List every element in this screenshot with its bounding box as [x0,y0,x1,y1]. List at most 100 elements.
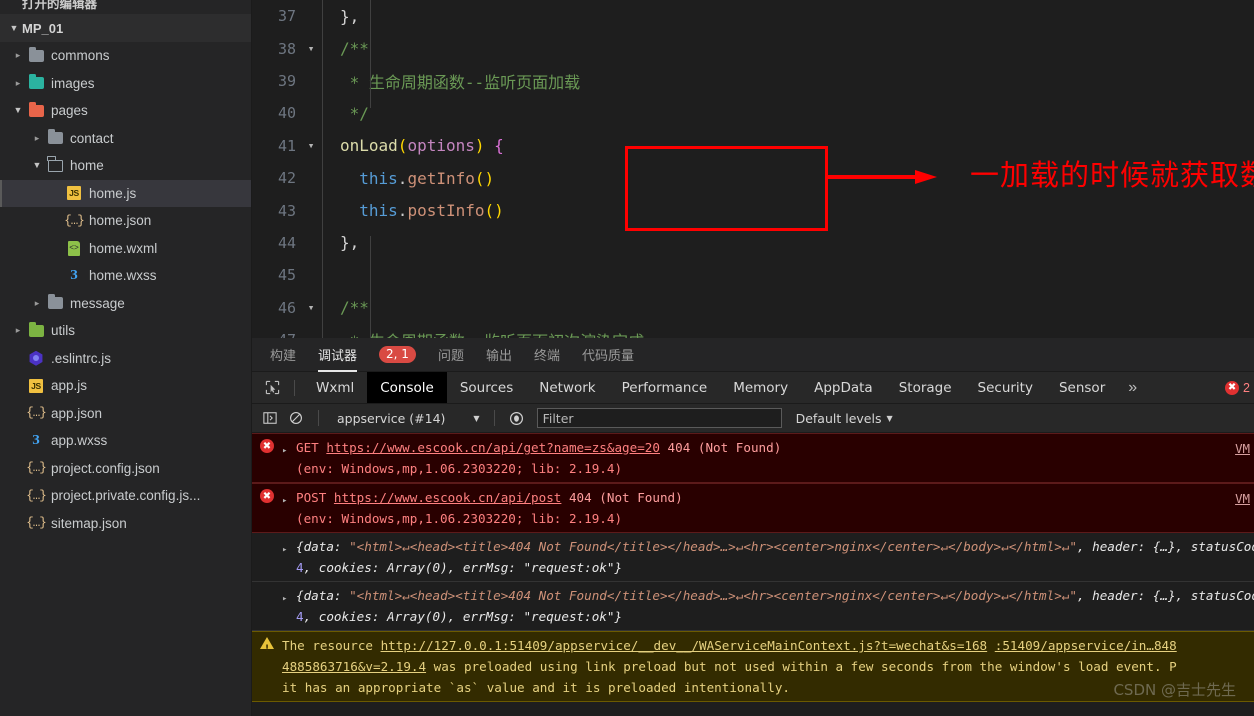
file-tree-item[interactable]: ▸Зhome.wxss [0,262,251,290]
console-levels-select[interactable]: Default levels ▼ [796,411,893,426]
devtools-tab[interactable]: Security [965,372,1046,403]
file-tree-item-label: project.private.config.js... [51,488,201,504]
panel-tab[interactable]: 构建 [270,338,296,372]
fold-chevron-icon[interactable]: ▾ [300,301,322,314]
project-root-label: MP_01 [22,20,64,36]
json-icon: {…} [26,516,46,531]
code-line: 40 */ [252,97,1254,129]
file-tree-item[interactable]: ▸ utils [0,317,251,345]
expand-arrow-icon[interactable]: ▸ [282,536,296,578]
chevron-right-icon: ▸ [15,325,21,336]
clear-console-icon[interactable] [284,407,308,429]
code-text: onLoad(options) { [340,136,504,156]
error-count-label: 2 [1243,380,1250,395]
code-text: /** [340,39,369,59]
file-tree-item[interactable]: ▸.eslintrc.js [0,345,251,373]
console-sidebar-toggle-icon[interactable] [258,407,282,429]
open-editors-label: 打开的编辑器 [22,0,98,11]
chevron-right-icon: ▸ [15,50,21,61]
line-number: 42 [277,169,296,188]
file-tree-item[interactable]: ▸{…}app.json [0,400,251,428]
more-tabs-icon[interactable]: » [1118,379,1147,397]
line-number: 44 [277,233,296,252]
fold-chevron-icon[interactable]: ▾ [300,42,322,55]
fold-chevron-icon[interactable]: ▾ [300,139,322,152]
devtools-tab-bar: Wxml Console Sources Network Performance Memo… [252,372,1254,404]
open-editors-section-header[interactable]: ▸ 打开的编辑器 [0,0,251,14]
code-line: 47 * 生命周期函数--监听页面初次渲染完成 [252,324,1254,338]
console-filter-input[interactable]: Filter [536,408,782,428]
file-tree-item[interactable]: ▼ home [0,152,251,180]
code-text: * 生命周期函数--监听页面初次渲染完成 [340,328,645,338]
console-error-message[interactable]: ✖ ▸ POST https://www.escook.cn/api/post 40… [252,483,1254,533]
json-icon: {…} [26,406,46,421]
devtools-tab[interactable]: Performance [609,372,721,403]
line-number: 45 [277,266,296,285]
console-source-link[interactable]: VM [1235,438,1250,459]
devtools-tab[interactable]: Wxml [303,372,367,403]
devtools-tab[interactable]: Sensor [1046,372,1118,403]
panel-tab[interactable]: 代码质量 [582,338,634,372]
file-tree-item[interactable]: ▸Зapp.wxss [0,427,251,455]
file-tree-item[interactable]: ▸{…}project.private.config.js... [0,482,251,510]
wxss-icon: З [70,267,78,283]
devtools-tab[interactable]: Network [526,372,608,403]
file-tree-item[interactable]: ▸ contact [0,125,251,153]
file-tree-item[interactable]: ▸ images [0,70,251,98]
devtools-tab[interactable]: Console [367,372,447,403]
console-error-message[interactable]: ✖ ▸ GET https://www.escook.cn/api/get?name… [252,433,1254,483]
chevron-down-icon: ▼ [9,22,19,33]
code-line: 45 [252,259,1254,291]
inspect-element-icon[interactable] [258,375,286,401]
devtools-tab[interactable]: Sources [447,372,526,403]
file-tree-item-label: app.json [51,405,103,421]
file-tree-item[interactable]: ▸<>home.wxml [0,235,251,263]
error-circle-icon: ✖ [1225,380,1240,395]
console-settings-eye-icon[interactable] [505,407,529,429]
code-text: }, [340,233,360,253]
file-tree-item[interactable]: ▸ commons [0,42,251,70]
project-root-row[interactable]: ▼ MP_01 [0,14,251,42]
file-tree-item[interactable]: ▸{…}project.config.json [0,455,251,483]
console-message-list[interactable]: ✖ ▸ GET https://www.escook.cn/api/get?name… [252,433,1254,716]
devtools-panel: 构建 调试器 2, 1 问题 输出 终端 代码质量 Wxml Console Sources Ne… [252,338,1254,716]
chevron-down-icon: ▼ [13,105,23,116]
file-tree-item[interactable]: ▸JShome.js [0,179,251,207]
console-message-text: POST https://www.escook.cn/api/post 404 … [296,490,683,526]
file-tree-item[interactable]: ▸{…}home.json [0,207,251,235]
line-number: 41 [277,136,296,155]
code-line: 43 this.postInfo() [252,194,1254,226]
console-warning-message[interactable]: The resource http://127.0.0.1:51409/apps… [252,631,1254,702]
file-tree-item-label: sitemap.json [51,515,127,531]
devtools-tab[interactable]: Memory [720,372,801,403]
code-text: this.postInfo() [359,201,504,221]
file-tree-item-label: app.wxss [51,433,108,449]
file-tree-item[interactable]: ▼ pages [0,97,251,125]
folder-icon [26,46,46,64]
file-tree-item[interactable]: ▸{…}sitemap.json [0,510,251,538]
file-tree-item[interactable]: ▸JSapp.js [0,372,251,400]
code-text: /** [340,298,369,318]
console-context-select[interactable]: appservice (#14) ▼ [329,411,484,426]
panel-tab[interactable]: 调试器 [318,338,358,372]
console-levels-label: Default levels [795,410,882,426]
devtools-tabs: Wxml Console Sources Network Performance Memo… [303,372,1118,403]
file-tree-item[interactable]: ▸ message [0,290,251,318]
code-editor[interactable]: 37}, 38 ▾/** 39 * 生命周期函数--监听页面加载 40 */41 ▾ onL… [252,0,1254,338]
panel-tab[interactable]: 问题 [438,338,464,372]
expand-arrow-icon[interactable]: ▸ [282,487,296,529]
console-source-link[interactable]: VM [1235,488,1250,509]
devtools-tab[interactable]: AppData [801,372,886,403]
eslint-icon [26,350,46,366]
console-toolbar: appservice (#14) ▼ Filter Default levels… [252,404,1254,433]
console-message-text: {data: "<html>↵<head><title>404 Not Foun… [296,539,1254,575]
expand-arrow-icon[interactable]: ▸ [282,437,296,479]
devtools-tab[interactable]: Storage [886,372,965,403]
file-tree-item-label: pages [51,103,88,119]
panel-tab[interactable]: 终端 [534,338,560,372]
console-object-message[interactable]: ▸ {data: "<html>↵<head><title>404 Not Fou… [252,582,1254,631]
devtools-error-summary[interactable]: ✖ 2 [1225,380,1254,395]
console-object-message[interactable]: ▸ {data: "<html>↵<head><title>404 Not Fou… [252,533,1254,582]
panel-tab[interactable]: 输出 [486,338,512,372]
expand-arrow-icon[interactable]: ▸ [282,585,296,627]
